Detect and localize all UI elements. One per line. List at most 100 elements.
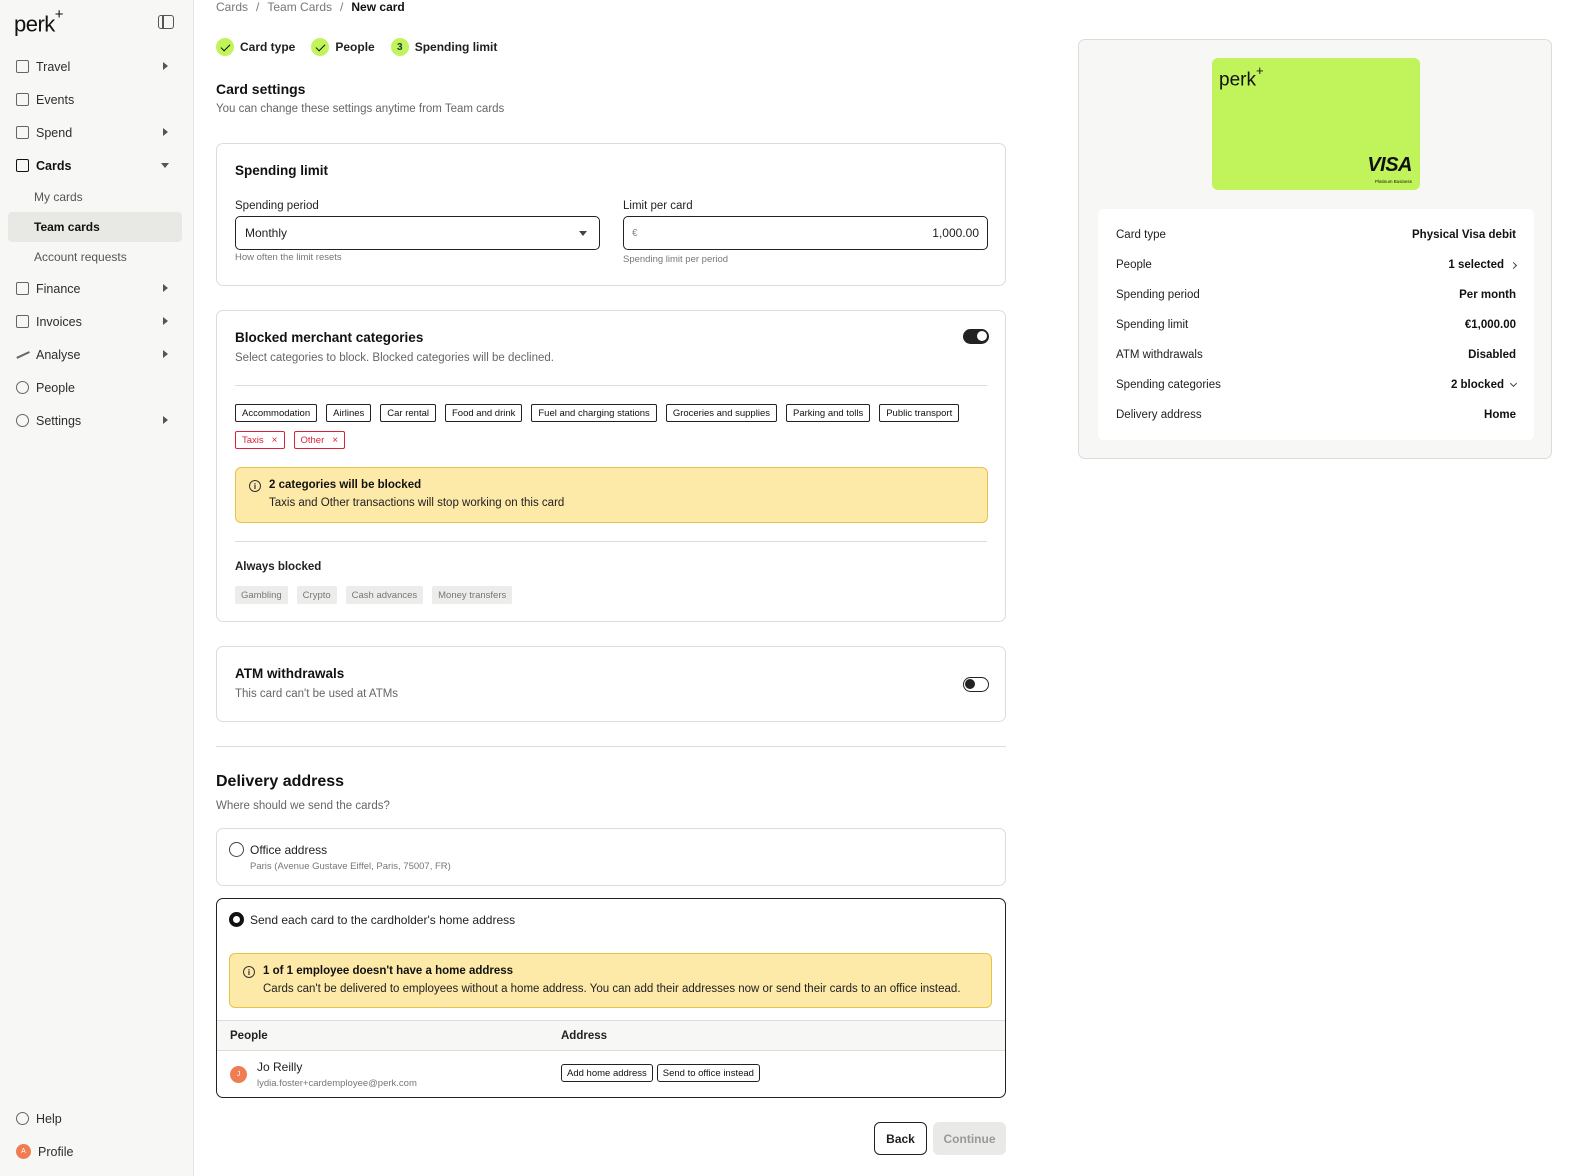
- card-settings-title: Card settings: [216, 81, 306, 97]
- breadcrumb-team-cards[interactable]: Team Cards: [267, 0, 332, 14]
- sidebar-item-spend[interactable]: Spend: [8, 116, 182, 149]
- limit-per-card-hint: Spending limit per period: [623, 254, 729, 265]
- sidebar-item-profile[interactable]: A Profile: [8, 1135, 182, 1168]
- category-chip-blocked[interactable]: Other ×: [293, 431, 346, 449]
- sidebar-item-label: Travel: [36, 59, 71, 74]
- sidebar-footer: Help A Profile: [8, 1102, 182, 1168]
- chevron-right-icon: [163, 317, 168, 325]
- always-blocked-chip: Cash advances: [345, 586, 424, 604]
- send-to-office-button[interactable]: Send to office instead: [656, 1064, 760, 1082]
- spending-period-hint: How often the limit resets: [235, 252, 342, 263]
- divider: [235, 541, 987, 542]
- sidebar-item-label: Cards: [36, 158, 72, 173]
- sidebar-item-finance[interactable]: Finance: [8, 272, 182, 305]
- summary-key: ATM withdrawals: [1116, 349, 1203, 361]
- category-chip[interactable]: Accommodation: [235, 404, 318, 422]
- limit-per-card-label: Limit per card: [623, 200, 693, 212]
- chevron-right-icon: [163, 284, 168, 292]
- sidebar-collapse-icon[interactable]: [158, 15, 174, 29]
- step-people[interactable]: People: [311, 38, 375, 56]
- sidebar-item-label: Invoices: [36, 314, 82, 329]
- card-preview-panel: perk+ VISA Platinum Business Card type Ph…: [1078, 39, 1552, 459]
- summary-value: 1 selected: [1448, 259, 1518, 271]
- divider: [216, 746, 1006, 747]
- summary-row: Delivery address Home: [1116, 405, 1516, 425]
- atm-toggle[interactable]: [963, 677, 989, 692]
- stepper: Card type People 3 Spending limit: [216, 38, 513, 56]
- sidebar-item-travel[interactable]: Travel: [8, 50, 182, 83]
- summary-value: Home: [1484, 409, 1516, 421]
- step-label: Card type: [240, 40, 296, 54]
- sidebar: perk+ Travel Events Spend Cards My cards…: [0, 0, 194, 1176]
- add-home-address-button[interactable]: Add home address: [561, 1064, 653, 1082]
- office-address-option[interactable]: Office address Paris (Avenue Gustave Eif…: [216, 828, 1006, 886]
- sidebar-item-cards[interactable]: Cards: [8, 149, 182, 182]
- sidebar-item-label: Profile: [38, 1144, 74, 1159]
- category-chip[interactable]: Airlines: [326, 404, 372, 422]
- home-address-radio[interactable]: [229, 912, 244, 927]
- blocked-categories-section: Blocked merchant categories Select categ…: [216, 310, 1006, 622]
- breadcrumb-cards[interactable]: Cards: [216, 0, 248, 14]
- sidebar-item-invoices[interactable]: Invoices: [8, 305, 182, 338]
- close-icon[interactable]: ×: [272, 435, 278, 446]
- warning-text: Taxis and Other transactions will stop w…: [269, 497, 565, 509]
- close-icon[interactable]: ×: [332, 435, 338, 446]
- summary-key: Spending categories: [1116, 379, 1221, 391]
- category-chip[interactable]: Parking and tolls: [785, 404, 871, 422]
- home-address-warning: i 1 of 1 employee doesn't have a home ad…: [229, 953, 992, 1008]
- category-chip[interactable]: Groceries and supplies: [665, 404, 777, 422]
- sidebar-item-label: Events: [36, 92, 75, 107]
- category-chip[interactable]: Fuel and charging stations: [531, 404, 657, 422]
- always-blocked-chips: Gambling Crypto Cash advances Money tran…: [235, 586, 985, 604]
- summary-row-categories[interactable]: Spending categories 2 blocked: [1116, 375, 1518, 395]
- brand-logo[interactable]: perk+: [14, 6, 64, 37]
- blocked-categories-toggle[interactable]: [963, 329, 989, 344]
- office-address-detail: Paris (Avenue Gustave Eiffel, Paris, 750…: [250, 861, 451, 872]
- visa-logo: VISA: [1367, 154, 1412, 176]
- continue-button[interactable]: Continue: [933, 1122, 1006, 1155]
- check-icon: [216, 38, 234, 56]
- category-chip-blocked[interactable]: Taxis ×: [235, 431, 285, 449]
- category-chip[interactable]: Food and drink: [445, 404, 523, 422]
- back-button[interactable]: Back: [874, 1122, 927, 1155]
- sidebar-item-account-requests[interactable]: Account requests: [8, 242, 182, 272]
- blocked-warning: i 2 categories will be blocked Taxis and…: [235, 467, 988, 523]
- sidebar-item-help[interactable]: Help: [8, 1102, 182, 1135]
- summary-value: Disabled: [1468, 349, 1516, 361]
- sidebar-item-my-cards[interactable]: My cards: [8, 182, 182, 212]
- sidebar-item-analyse[interactable]: Analyse: [8, 338, 182, 371]
- office-address-radio[interactable]: [229, 842, 244, 857]
- currency-symbol: €: [632, 227, 638, 239]
- spending-limit-section: Spending limit Spending period Monthly H…: [216, 143, 1006, 286]
- step-card-type[interactable]: Card type: [216, 38, 295, 56]
- delivery-title: Delivery address: [216, 773, 345, 790]
- sidebar-item-settings[interactable]: Settings: [8, 404, 182, 437]
- trend-icon: [16, 348, 29, 361]
- chevron-down-icon: [161, 163, 169, 168]
- sidebar-nav: Travel Events Spend Cards My cards Team …: [8, 50, 182, 437]
- column-address: Address: [561, 1030, 608, 1042]
- category-chip[interactable]: Public transport: [879, 404, 960, 422]
- step-spending-limit: 3 Spending limit: [390, 38, 498, 56]
- calendar-icon: [16, 93, 29, 106]
- limit-per-card-input[interactable]: €1,000.00: [623, 216, 988, 250]
- column-people: People: [230, 1030, 268, 1042]
- summary-row-people[interactable]: People 1 selected: [1116, 255, 1518, 275]
- sidebar-item-events[interactable]: Events: [8, 83, 182, 116]
- card-brand-logo: perk+: [1219, 63, 1264, 91]
- delivery-subtitle: Where should we send the cards?: [216, 800, 390, 812]
- sidebar-item-people[interactable]: People: [8, 371, 182, 404]
- spending-period-select[interactable]: Monthly: [235, 216, 600, 250]
- summary-row: Card type Physical Visa debit: [1116, 225, 1516, 245]
- chevron-right-icon: [163, 62, 168, 70]
- spending-limit-title: Spending limit: [235, 163, 328, 178]
- chip-label: Other: [300, 434, 325, 446]
- home-address-option[interactable]: Send each card to the cardholder's home …: [216, 898, 1006, 1098]
- step-label: Spending limit: [414, 40, 498, 54]
- wallet-icon: [16, 126, 29, 139]
- sidebar-item-team-cards[interactable]: Team cards: [8, 212, 182, 242]
- blocked-categories-subtitle: Select categories to block. Blocked cate…: [235, 352, 554, 364]
- summary-row: Spending limit €1,000.00: [1116, 315, 1516, 335]
- person-name: Jo Reilly: [257, 1060, 303, 1074]
- category-chip[interactable]: Car rental: [380, 404, 436, 422]
